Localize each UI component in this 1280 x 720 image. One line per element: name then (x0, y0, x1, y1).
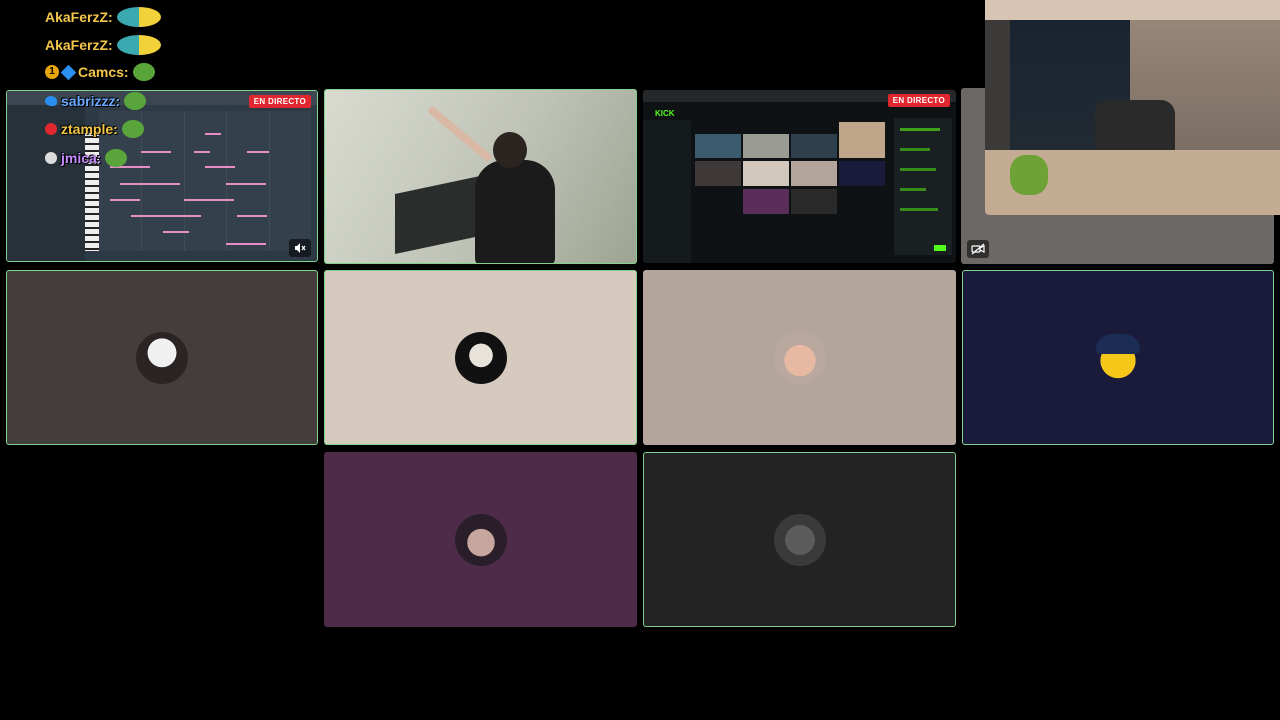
pepe-emote-icon (105, 149, 128, 167)
chat-username: jmica: (61, 150, 102, 166)
webcam-overlay (985, 0, 1280, 215)
emote-icon (116, 7, 161, 27)
mute-toggle-button[interactable] (289, 239, 311, 257)
person-body (475, 160, 555, 263)
participant-avatar (773, 513, 826, 566)
live-badge: EN DIRECTO (887, 94, 950, 107)
camera-off-button[interactable] (967, 240, 989, 258)
participant-avatar (773, 331, 826, 384)
chat-username: AkaFerzZ: (45, 37, 113, 53)
chat-username: AkaFerzZ: (45, 9, 113, 25)
skull-badge-icon (45, 152, 57, 164)
pepe-emote-icon (121, 120, 144, 138)
chat-username: Camcs: (78, 64, 129, 80)
participant-avatar (454, 331, 507, 384)
chat-message: jmica: (45, 149, 128, 167)
kick-chat-panel (894, 118, 952, 255)
kick-sidebar (643, 120, 691, 263)
sub-badge: 1 (45, 65, 59, 79)
mini-grid (695, 122, 885, 216)
participant-tile-2[interactable] (324, 270, 637, 445)
participant-tile-1[interactable] (6, 270, 318, 445)
participant-avatar (136, 331, 188, 384)
chat-username: sabrizzz: (61, 93, 121, 109)
chat-message: AkaFerzZ: (45, 7, 161, 27)
chat-message: AkaFerzZ: (45, 35, 161, 55)
person-head (493, 132, 527, 168)
speaker-muted-icon (295, 243, 306, 253)
plush-toy (1010, 155, 1048, 195)
participant-tile-5[interactable] (324, 452, 637, 627)
chat-message: 1 Camcs: (45, 63, 155, 81)
camera-off-icon (971, 243, 985, 255)
chat-username: ztample: (61, 121, 118, 137)
participant-tile-6[interactable] (643, 452, 956, 627)
kick-logo: KICK (655, 109, 675, 118)
participant-tile-3[interactable] (643, 270, 956, 445)
participant-tile-4[interactable] (962, 270, 1274, 445)
red-dot-badge-icon (45, 123, 57, 135)
chat-message: ztample: (45, 120, 144, 138)
pepe-emote-icon (132, 63, 155, 81)
bird-badge-icon (45, 96, 57, 106)
cube-badge-icon (60, 64, 77, 80)
participant-avatar (454, 513, 507, 566)
participant-avatar (1092, 331, 1144, 384)
emote-icon (116, 35, 161, 55)
chat-overlay: AkaFerzZ: AkaFerzZ: 1 Camcs: sabrizzz: z… (0, 0, 300, 180)
pepe-emote-icon (124, 92, 147, 110)
video-tile-dancer[interactable] (324, 89, 637, 264)
chat-message: sabrizzz: (45, 92, 147, 110)
ceiling (985, 0, 1280, 20)
screen-share-tile-2[interactable]: KICK EN DIRECTO (643, 90, 956, 263)
